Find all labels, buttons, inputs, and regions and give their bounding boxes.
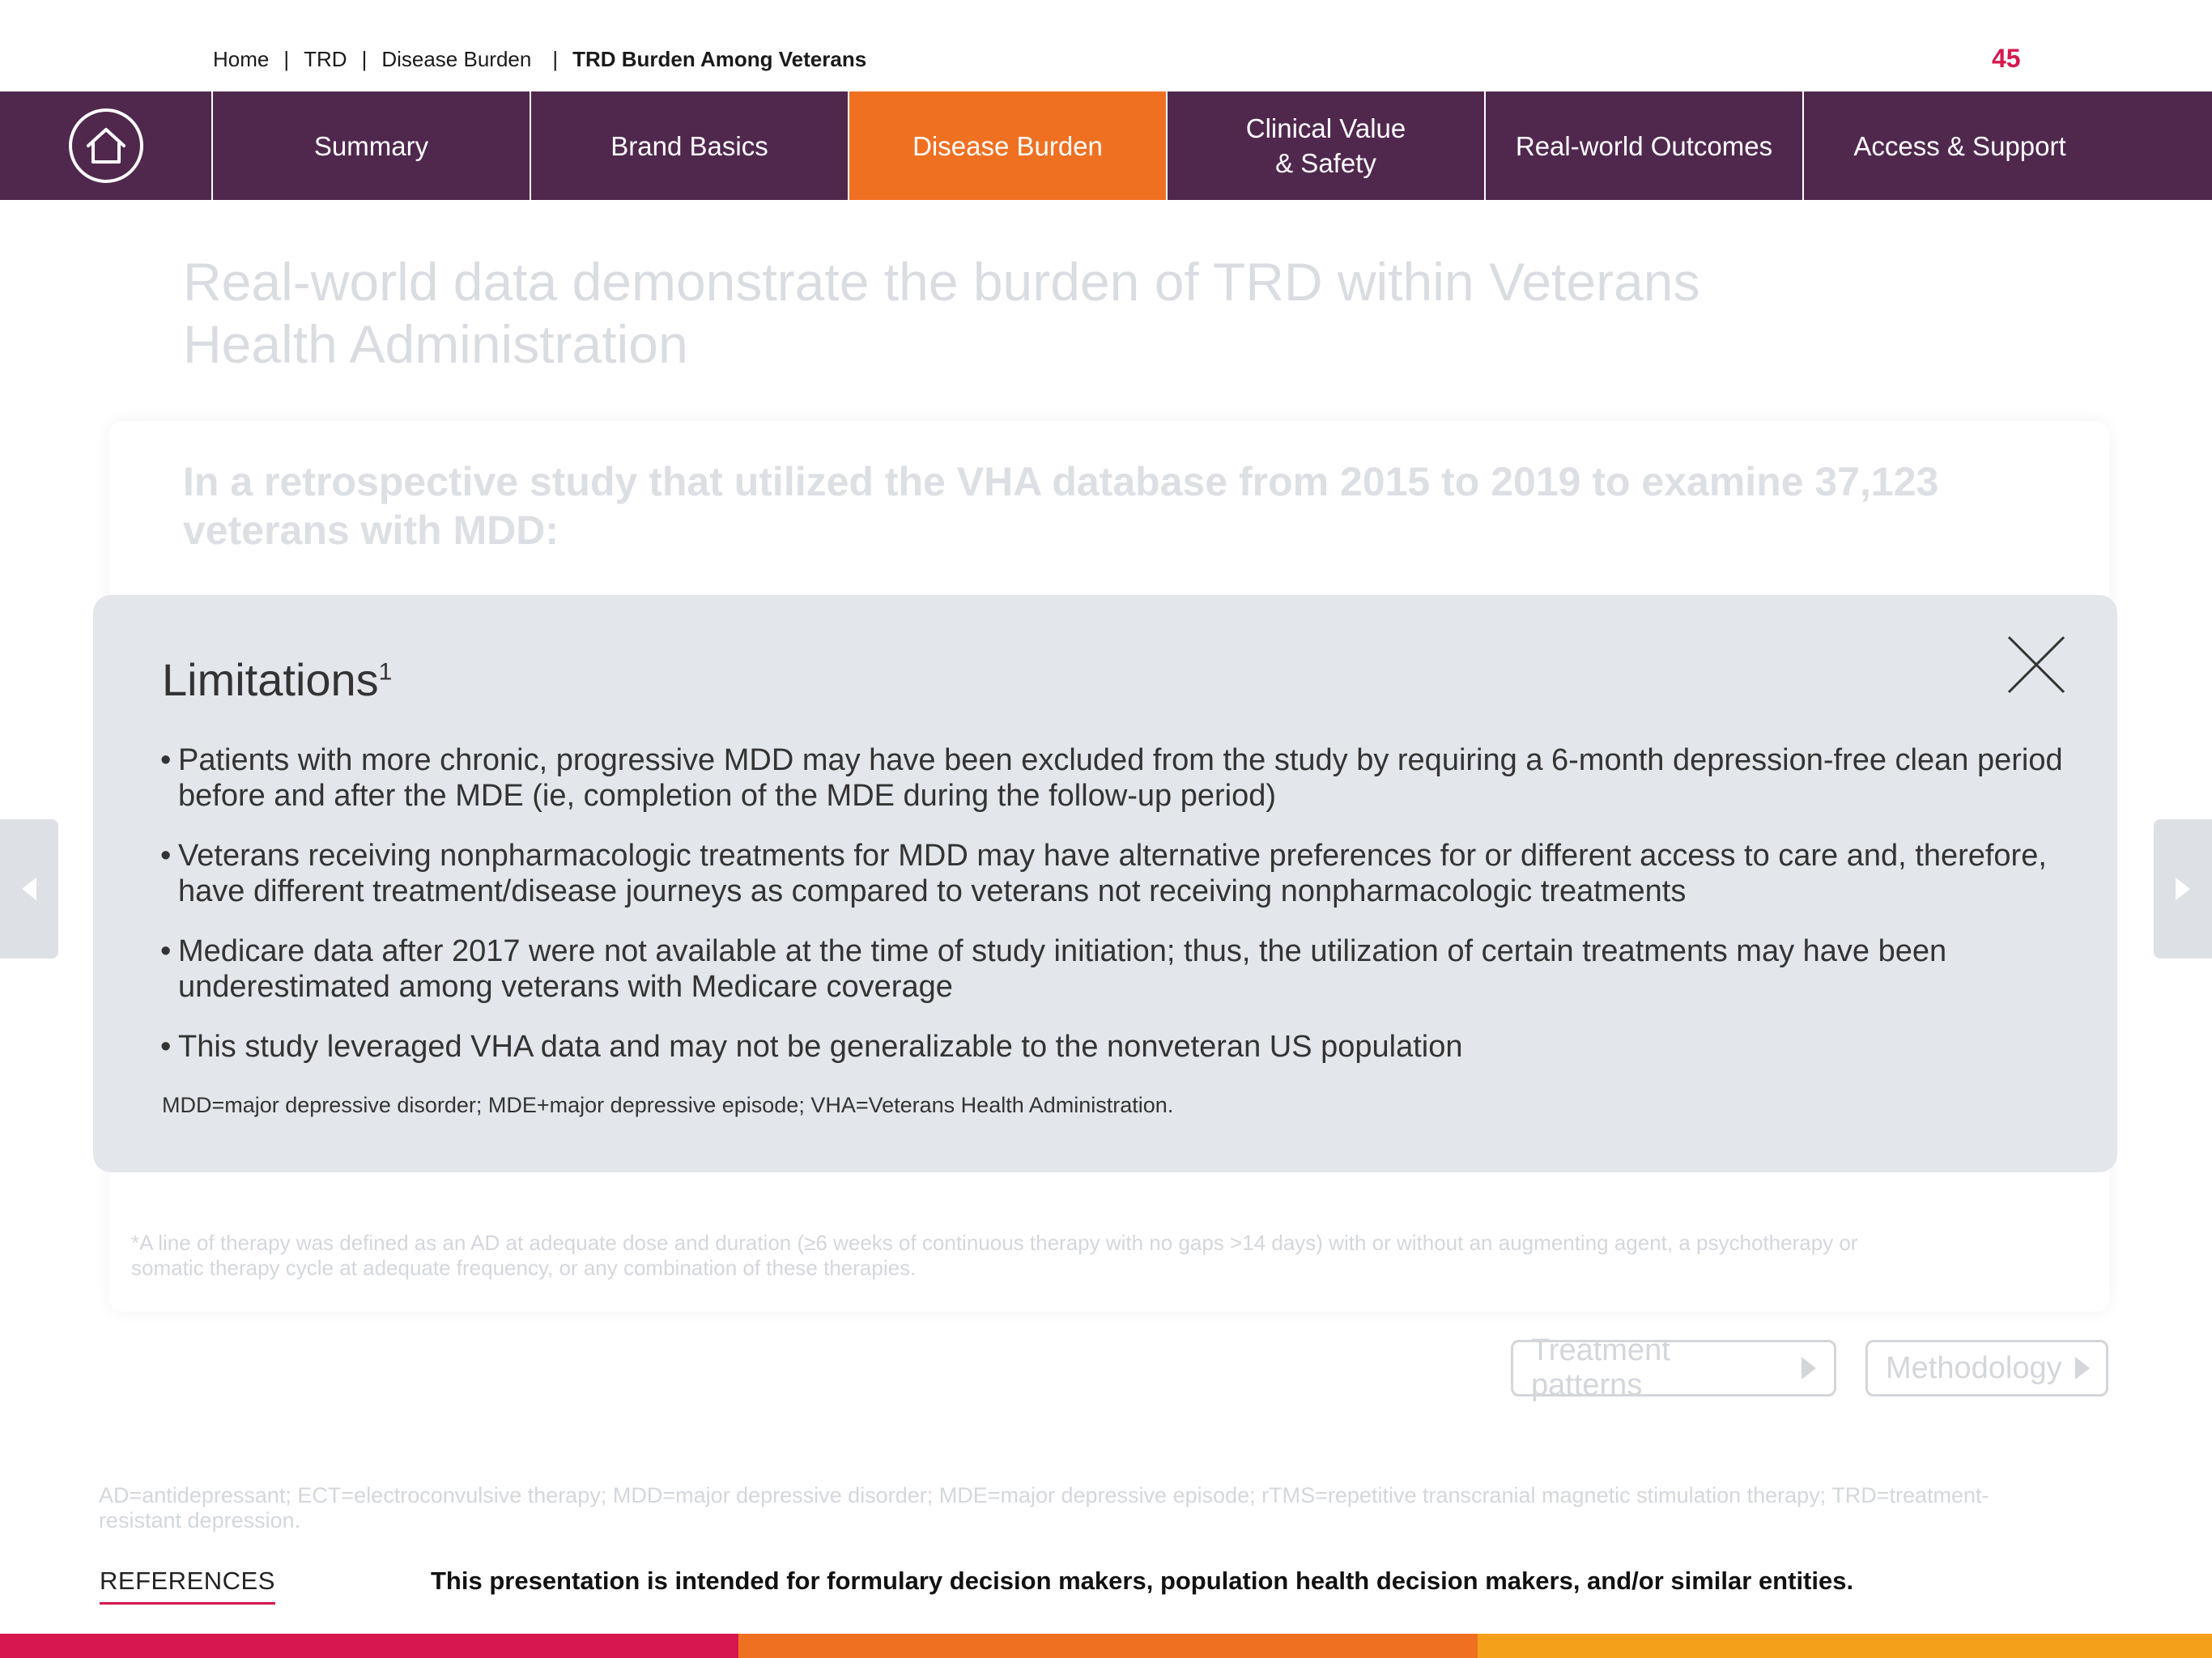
disclaimer: This presentation is intended for formul… (431, 1567, 1854, 1595)
close-button[interactable] (2006, 634, 2067, 695)
page-number: 45 (1992, 44, 2021, 73)
color-bar-red (0, 1634, 738, 1658)
breadcrumb-current: TRD Burden Among Veterans (572, 47, 867, 71)
home-button[interactable] (0, 91, 213, 200)
brand-color-bar (0, 1634, 2212, 1658)
breadcrumb-separator: | (361, 47, 368, 71)
list-item: Veterans receiving nonpharmacologic trea… (160, 838, 2071, 909)
page-title: Real-world data demonstrate the burden o… (183, 252, 1700, 374)
list-item: Patients with more chronic, progressive … (160, 742, 2071, 814)
tab-disease-burden[interactable]: Disease Burden (849, 91, 1168, 200)
limitations-list: Patients with more chronic, progressive … (160, 742, 2071, 1089)
references-link[interactable]: REFERENCES (100, 1567, 275, 1605)
previous-page-button[interactable] (0, 819, 58, 959)
breadcrumb-separator: | (552, 47, 559, 71)
tab-access-support[interactable]: Access & Support (1804, 91, 2116, 200)
treatment-patterns-label: Treatment patterns (1531, 1333, 1670, 1402)
chevron-left-icon (22, 878, 36, 900)
main-navigation: Summary Brand Basics Disease Burden Clin… (0, 91, 2212, 200)
breadcrumb-separator: | (283, 47, 290, 71)
color-bar-orange (738, 1634, 1478, 1658)
tab-summary[interactable]: Summary (213, 91, 531, 200)
breadcrumb-home[interactable]: Home (213, 47, 269, 72)
tab-brand-basics[interactable]: Brand Basics (531, 91, 849, 200)
limitations-modal: Limitations1 Patients with more chronic,… (93, 595, 2117, 1172)
study-intro: In a retrospective study that utilized t… (183, 459, 1939, 553)
list-item: This study leveraged VHA data and may no… (160, 1029, 2071, 1065)
reference-superscript: 1 (378, 658, 393, 686)
chevron-right-icon (2176, 878, 2190, 900)
abbreviations: AD=antidepressant; ECT=electroconvulsive… (99, 1483, 1989, 1533)
play-arrow-icon (2074, 1357, 2090, 1380)
breadcrumb: Home | TRD | Disease Burden | TRD Burden… (213, 47, 866, 72)
tab-real-world-outcomes[interactable]: Real-world Outcomes (1486, 91, 1804, 200)
treatment-patterns-button[interactable]: Treatment patterns (1511, 1333, 1836, 1402)
modal-title: Limitations1 (162, 653, 392, 706)
modal-title-text: Limitations (162, 654, 379, 705)
tab-clinical-value-safety[interactable]: Clinical Value & Safety (1168, 91, 1486, 200)
footnote: *A line of therapy was defined as an AD … (131, 1231, 1858, 1280)
home-icon (68, 108, 143, 183)
modal-abbreviations: MDD=major depressive disorder; MDE+major… (162, 1093, 1174, 1117)
play-arrow-icon (1802, 1357, 1816, 1380)
list-item: Medicare data after 2017 were not availa… (160, 933, 2071, 1005)
breadcrumb-disease-burden[interactable]: Disease Burden (381, 47, 531, 72)
methodology-button[interactable]: Methodology (1865, 1340, 2108, 1397)
color-bar-yellow (1478, 1634, 2212, 1658)
methodology-label: Methodology (1886, 1350, 2062, 1385)
close-icon (2007, 636, 2065, 694)
breadcrumb-trd[interactable]: TRD (304, 47, 347, 72)
next-page-button[interactable] (2154, 819, 2212, 959)
